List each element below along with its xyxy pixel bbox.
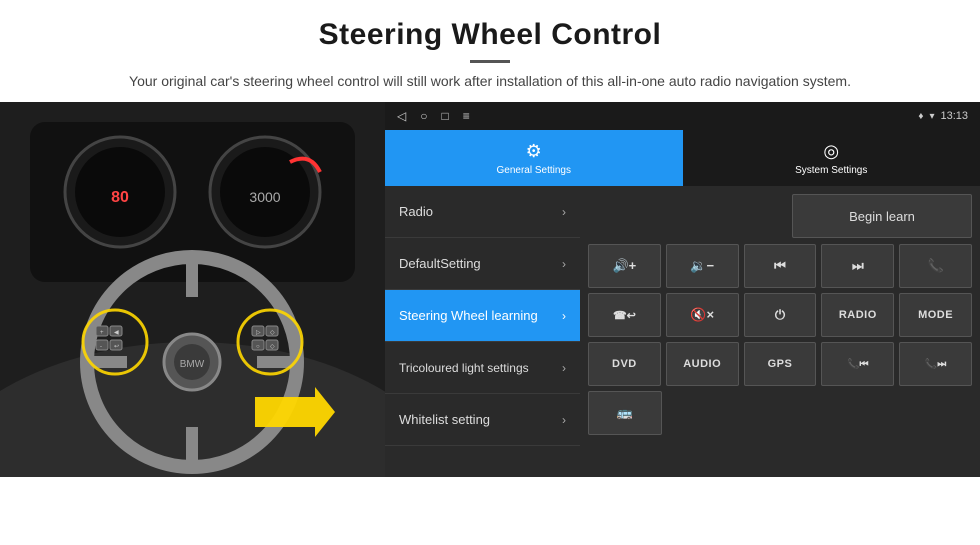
mute-icon: 🔇×: [690, 307, 714, 323]
begin-learn-row: Begin learn: [588, 194, 972, 238]
menu-item-whitelist-label: Whitelist setting: [399, 412, 562, 427]
svg-text:3000: 3000: [249, 189, 280, 205]
mode-label: MODE: [918, 309, 953, 321]
page-header: Steering Wheel Control Your original car…: [0, 0, 980, 102]
next-track-icon: ⏭: [852, 258, 864, 274]
recents-nav-icon[interactable]: □: [441, 109, 448, 123]
power-button[interactable]: ⏻: [744, 293, 817, 337]
menu-item-whitelist[interactable]: Whitelist setting ›: [385, 394, 580, 446]
menu-item-default[interactable]: DefaultSetting ›: [385, 238, 580, 290]
menu-list: Radio › DefaultSetting › Steering Wheel …: [385, 186, 580, 477]
controls-row-4: 🚌: [588, 391, 972, 435]
vol-up-icon: 🔊+: [613, 258, 637, 274]
svg-text:-: -: [100, 344, 102, 350]
vol-up-button[interactable]: 🔊+: [588, 244, 661, 288]
menu-arrow-default: ›: [562, 257, 566, 271]
svg-text:○: ○: [256, 344, 260, 350]
car-image-area: 80 3000 BMW +: [0, 102, 385, 477]
menu-item-steering-label: Steering Wheel learning: [399, 308, 562, 323]
menu-arrow-tricoloured: ›: [562, 361, 566, 375]
menu-item-default-label: DefaultSetting: [399, 256, 562, 271]
menu-arrow-whitelist: ›: [562, 413, 566, 427]
phone-button[interactable]: 📞: [899, 244, 972, 288]
tel-next-button[interactable]: 📞⏭: [899, 342, 972, 386]
controls-grid: 🔊+ 🔉− ⏮ ⏭ 📞: [588, 244, 972, 469]
svg-text:▷: ▷: [256, 330, 261, 336]
audio-label: AUDIO: [683, 358, 721, 370]
menu-nav-icon[interactable]: ≡: [463, 109, 470, 123]
menu-item-steering[interactable]: Steering Wheel learning ›: [385, 290, 580, 342]
menu-arrow-steering: ›: [562, 309, 566, 323]
controls-row-3: DVD AUDIO GPS 📞⏮ 📞⏭: [588, 342, 972, 386]
back-nav-icon[interactable]: ◁: [397, 109, 406, 123]
power-icon: ⏻: [775, 307, 785, 323]
tel-next-icon: 📞⏭: [925, 359, 946, 370]
header-divider: [470, 60, 510, 63]
phone-icon: 📞: [927, 258, 943, 274]
special-icon: 🚌: [617, 405, 633, 421]
mode-button[interactable]: MODE: [899, 293, 972, 337]
page-title: Steering Wheel Control: [20, 18, 960, 52]
tab-general-settings[interactable]: ⚙ General Settings: [385, 130, 683, 186]
tel-prev-button[interactable]: 📞⏮: [821, 342, 894, 386]
dvd-button[interactable]: DVD: [588, 342, 661, 386]
right-panel: Begin learn 🔊+ 🔉− ⏮: [580, 186, 980, 477]
gps-button[interactable]: GPS: [744, 342, 817, 386]
main-content: 80 3000 BMW +: [0, 102, 980, 477]
menu-arrow-radio: ›: [562, 205, 566, 219]
vol-down-button[interactable]: 🔉−: [666, 244, 739, 288]
svg-text:↩: ↩: [114, 344, 119, 350]
gear-icon: ⚙: [526, 141, 542, 162]
gps-label: GPS: [768, 358, 793, 370]
location-icon: ♦: [918, 111, 923, 122]
svg-text:◀: ◀: [114, 330, 119, 336]
phone-answer-icon: ☎↩: [613, 309, 636, 322]
tab-general-label: General Settings: [497, 165, 572, 176]
svg-text:◇: ◇: [270, 344, 275, 350]
status-bar: ◁ ○ □ ≡ ♦ ▾ 13:13: [385, 102, 980, 130]
menu-item-radio-label: Radio: [399, 204, 562, 219]
tab-system-label: System Settings: [795, 165, 867, 176]
begin-learn-button[interactable]: Begin learn: [792, 194, 972, 238]
home-nav-icon[interactable]: ○: [420, 109, 427, 123]
svg-text:◇: ◇: [270, 330, 275, 336]
menu-item-radio[interactable]: Radio ›: [385, 186, 580, 238]
menu-item-tricoloured-label: Tricoloured light settings: [399, 361, 562, 375]
next-track-button[interactable]: ⏭: [821, 244, 894, 288]
clock: 13:13: [940, 110, 968, 122]
controls-row-1: 🔊+ 🔉− ⏮ ⏭ 📞: [588, 244, 972, 288]
phone-answer-button[interactable]: ☎↩: [588, 293, 661, 337]
dvd-label: DVD: [612, 358, 637, 370]
special-button[interactable]: 🚌: [588, 391, 662, 435]
audio-button[interactable]: AUDIO: [666, 342, 739, 386]
wifi-icon: ▾: [929, 111, 934, 122]
system-icon: ◎: [823, 141, 839, 162]
content-area: Radio › DefaultSetting › Steering Wheel …: [385, 186, 980, 477]
header-subtitle: Your original car's steering wheel contr…: [20, 71, 960, 92]
mute-button[interactable]: 🔇×: [666, 293, 739, 337]
controls-row-2: ☎↩ 🔇× ⏻ RADIO MODE: [588, 293, 972, 337]
head-unit: ◁ ○ □ ≡ ♦ ▾ 13:13 ⚙ General Settings ◎ S…: [385, 102, 980, 477]
status-bar-left: ◁ ○ □ ≡: [397, 109, 470, 123]
tel-prev-icon: 📞⏮: [847, 359, 868, 370]
vol-down-icon: 🔉−: [690, 258, 714, 274]
radio-button[interactable]: RADIO: [821, 293, 894, 337]
tab-bar: ⚙ General Settings ◎ System Settings: [385, 130, 980, 186]
svg-text:80: 80: [111, 189, 129, 206]
prev-track-icon: ⏮: [774, 258, 786, 274]
svg-text:BMW: BMW: [180, 359, 205, 370]
radio-label: RADIO: [839, 309, 877, 321]
menu-item-tricoloured[interactable]: Tricoloured light settings ›: [385, 342, 580, 394]
svg-text:+: +: [100, 330, 104, 336]
status-bar-right: ♦ ▾ 13:13: [918, 110, 968, 122]
tab-system-settings[interactable]: ◎ System Settings: [683, 130, 980, 186]
prev-track-button[interactable]: ⏮: [744, 244, 817, 288]
